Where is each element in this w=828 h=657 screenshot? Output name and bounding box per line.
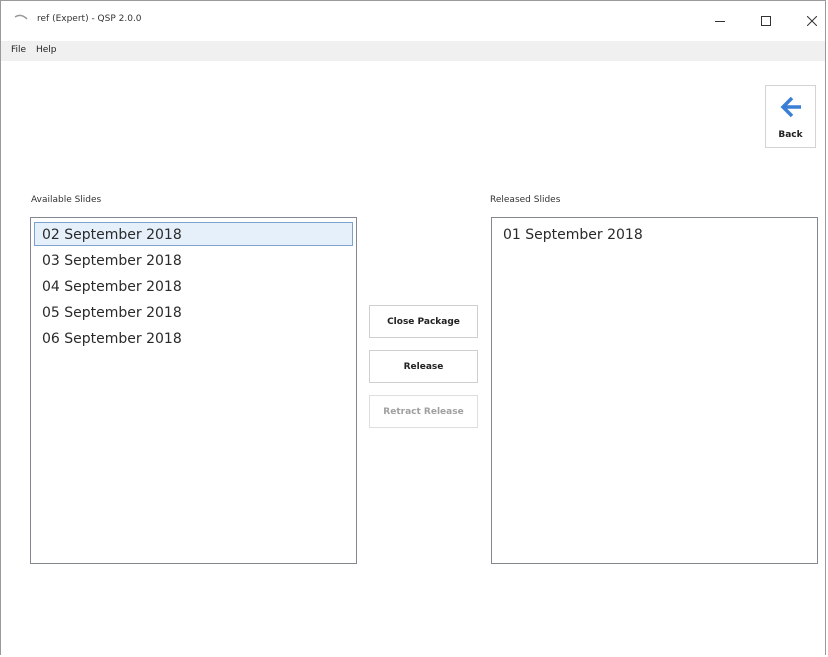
window-title: ref (Expert) - QSP 2.0.0 [37, 14, 142, 24]
available-slides-list[interactable]: 02 September 2018 03 September 2018 04 S… [30, 217, 357, 564]
retract-release-button[interactable]: Retract Release [369, 395, 478, 428]
main-content: Back Available Slides 02 September 2018 … [1, 61, 825, 655]
arrow-left-icon [780, 96, 801, 118]
list-item-available[interactable]: 05 September 2018 [34, 300, 353, 324]
title-bar[interactable]: ref (Expert) - QSP 2.0.0 [1, 1, 825, 41]
window-minimize-icon [715, 21, 725, 22]
app-logo-icon [14, 14, 28, 20]
close-button[interactable] [789, 1, 828, 41]
released-slides-list[interactable]: 01 September 2018 [491, 217, 818, 564]
list-item-released[interactable]: 01 September 2018 [494, 222, 813, 246]
close-package-button[interactable]: Close Package [369, 305, 478, 338]
available-slides-label: Available Slides [31, 195, 102, 205]
menu-bar: File Help [1, 41, 825, 61]
window-close-icon [807, 16, 817, 26]
list-item-available[interactable]: 03 September 2018 [34, 248, 353, 272]
list-item-available[interactable]: 06 September 2018 [34, 326, 353, 350]
menu-help[interactable]: Help [36, 45, 57, 55]
maximize-button[interactable] [743, 1, 789, 41]
menu-file[interactable]: File [11, 45, 26, 55]
release-button[interactable]: Release [369, 350, 478, 383]
list-item-available[interactable]: 02 September 2018 [34, 222, 353, 246]
window-maximize-icon [761, 16, 771, 26]
list-item-available[interactable]: 04 September 2018 [34, 274, 353, 298]
back-button[interactable]: Back [765, 85, 816, 148]
app-window: ref (Expert) - QSP 2.0.0 File Help Back … [0, 0, 826, 655]
minimize-button[interactable] [697, 1, 743, 41]
released-slides-label: Released Slides [490, 195, 561, 205]
back-label: Back [778, 130, 803, 140]
